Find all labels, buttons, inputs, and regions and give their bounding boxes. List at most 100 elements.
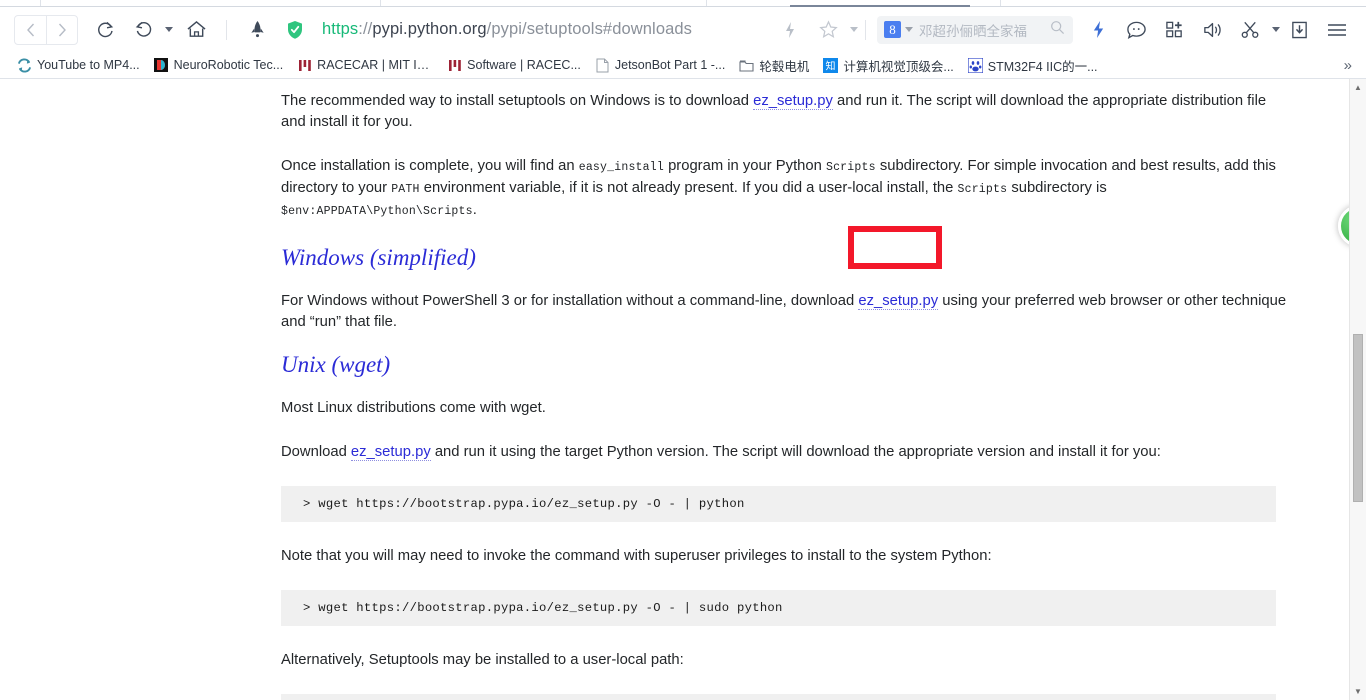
- search-box[interactable]: 8 邓超孙俪晒全家福: [877, 15, 1073, 44]
- url-host: pypi.python.org: [372, 20, 487, 38]
- ez-setup-link-highlighted[interactable]: ez_setup.py: [858, 293, 939, 310]
- apps-grid-add-icon[interactable]: [1158, 14, 1190, 46]
- text-fragment: program in your Python: [663, 158, 826, 174]
- address-bar[interactable]: https://pypi.python.org/pypi/setuptools#…: [234, 14, 771, 46]
- page-viewport: The recommended way to install setuptool…: [0, 79, 1366, 700]
- bookmarks-bar: YouTube to MP4... NeuroRobotic Tec... RA…: [0, 52, 1366, 79]
- browser-toolbar: https://pypi.python.org/pypi/setuptools#…: [0, 7, 1366, 52]
- star-icon[interactable]: [812, 14, 844, 46]
- scroll-down-arrow-icon[interactable]: ▼: [1350, 683, 1366, 700]
- code-path: PATH: [391, 183, 420, 196]
- rocket-icon[interactable]: [241, 14, 273, 46]
- toolbar-divider: [865, 19, 866, 40]
- url-separator: ://: [358, 20, 373, 38]
- bookmark-item[interactable]: YouTube to MP4...: [10, 56, 147, 75]
- toolbar-right-group: 8 邓超孙俪晒全家福: [771, 14, 1356, 46]
- nav-button-group: [14, 14, 78, 45]
- forward-arrow-icon[interactable]: [46, 15, 77, 44]
- lightning-icon[interactable]: [774, 14, 806, 46]
- tab-seam: [706, 0, 707, 6]
- text-fragment: Once installation is complete, you will …: [281, 158, 579, 174]
- search-engine-caret-icon[interactable]: [905, 27, 913, 32]
- bookmark-label: 计算机视觉顶级会...: [843, 59, 954, 74]
- reload-icon[interactable]: [89, 14, 121, 46]
- paragraph-download-run: Download ez_setup.py and run it using th…: [281, 442, 1291, 463]
- chat-bubble-icon[interactable]: [1120, 14, 1152, 46]
- bookmarks-overflow-button[interactable]: »: [1344, 57, 1360, 74]
- bookmark-label: STM32F4 IIC的一...: [987, 59, 1098, 74]
- search-input[interactable]: 邓超孙俪晒全家福: [919, 20, 1050, 40]
- history-dropdown-caret-icon[interactable]: [165, 27, 173, 32]
- menu-hamburger-icon[interactable]: [1321, 14, 1353, 46]
- ez-setup-link[interactable]: ez_setup.py: [350, 444, 431, 461]
- url-path: /pypi/setuptools#downloads: [486, 20, 692, 38]
- history-back-icon[interactable]: [127, 14, 159, 46]
- download-icon[interactable]: [1283, 14, 1315, 46]
- paragraph-windows-no-powershell: For Windows without PowerShell 3 or for …: [281, 291, 1291, 333]
- heading-unix-wget: Unix (wget): [281, 352, 391, 377]
- text-fragment: For Windows without PowerShell 3 or for …: [281, 293, 859, 309]
- text-fragment: subdirectory is: [1007, 180, 1107, 196]
- text-fragment: environment variable, if it is not alrea…: [419, 180, 958, 196]
- code-line: > wget https://bootstrap.pypa.io/ez_setu…: [303, 497, 745, 511]
- shield-check-icon[interactable]: [279, 14, 311, 46]
- bookmark-item[interactable]: Software | RACEC...: [440, 56, 588, 75]
- bookmark-item[interactable]: NeuroRobotic Tec...: [147, 56, 291, 75]
- convert-icon: [17, 57, 32, 73]
- bookmark-label: Software | RACEC...: [467, 58, 581, 72]
- code-scripts: Scripts: [825, 161, 876, 174]
- mit-icon: [297, 58, 312, 73]
- bookmark-label: RACECAR | MIT IA...: [317, 58, 434, 72]
- scrollbar-thumb[interactable]: [1353, 334, 1363, 502]
- bookmark-item[interactable]: RACECAR | MIT IA...: [290, 56, 440, 75]
- active-tab-indicator: [790, 5, 970, 7]
- bookmark-label: JetsonBot Part 1 -...: [614, 58, 726, 72]
- text-fragment: and run it using the target Python versi…: [430, 444, 1161, 460]
- vertical-scrollbar[interactable]: ▲ ▼: [1349, 79, 1366, 700]
- bookmark-label: 轮毂电机: [759, 59, 810, 74]
- code-scripts: Scripts: [957, 183, 1008, 196]
- bookmark-item[interactable]: JetsonBot Part 1 -...: [588, 56, 732, 75]
- tab-seam: [380, 0, 381, 6]
- page-content: The recommended way to install setuptool…: [0, 79, 1349, 700]
- code-block-wget-python: > wget https://bootstrap.pypa.io/ez_setu…: [281, 486, 1276, 522]
- text-fragment: Download: [281, 444, 351, 460]
- heading-windows-simplified: Windows (simplified): [281, 245, 476, 270]
- page-icon: [595, 58, 610, 73]
- article-body: The recommended way to install setuptool…: [281, 79, 1291, 700]
- folder-icon: [739, 58, 754, 73]
- home-icon[interactable]: [176, 14, 216, 46]
- google-logo-icon[interactable]: 8: [884, 21, 901, 38]
- scroll-up-arrow-icon[interactable]: ▲: [1350, 79, 1366, 96]
- neurorobotic-icon: [154, 58, 169, 73]
- bookmark-label: YouTube to MP4...: [37, 58, 140, 72]
- volume-icon[interactable]: [1196, 14, 1228, 46]
- text-fragment: The recommended way to install setuptool…: [281, 93, 754, 109]
- paragraph-superuser-note: Note that you will may need to invoke th…: [281, 548, 992, 564]
- baidu-icon: [967, 57, 983, 73]
- tab-seam: [40, 0, 41, 6]
- url-text[interactable]: https://pypi.python.org/pypi/setuptools#…: [322, 20, 692, 39]
- bookmark-item[interactable]: 轮毂电机: [732, 54, 816, 77]
- screenshot-dropdown-caret-icon[interactable]: [1272, 27, 1280, 32]
- bookmark-item[interactable]: STM32F4 IIC的一...: [961, 54, 1105, 77]
- lightning-icon[interactable]: [1082, 14, 1114, 46]
- mit-icon: [447, 58, 462, 73]
- svg-text:知: 知: [826, 59, 836, 72]
- back-arrow-icon[interactable]: [15, 16, 46, 44]
- paragraph-once-installed: Once installation is complete, you will …: [281, 156, 1291, 222]
- code-block-wget-sudo-python: > wget https://bootstrap.pypa.io/ez_setu…: [281, 590, 1276, 626]
- tab-seam: [1000, 0, 1001, 6]
- url-scheme: https: [322, 20, 359, 38]
- text-fragment: .: [472, 202, 477, 218]
- zhihu-icon: 知: [823, 57, 839, 73]
- code-easy-install: easy_install: [578, 161, 664, 174]
- ez-setup-link[interactable]: ez_setup.py: [753, 93, 833, 110]
- bookmark-dropdown-caret-icon[interactable]: [850, 27, 858, 32]
- scissors-screenshot-icon[interactable]: [1234, 14, 1266, 46]
- paragraph-user-local: Alternatively, Setuptools may be install…: [281, 652, 684, 668]
- toolbar-divider: [226, 19, 227, 40]
- search-icon[interactable]: [1050, 20, 1065, 40]
- bookmark-item[interactable]: 知 计算机视觉顶级会...: [816, 54, 960, 77]
- paragraph-most-linux: Most Linux distributions come with wget.: [281, 400, 546, 416]
